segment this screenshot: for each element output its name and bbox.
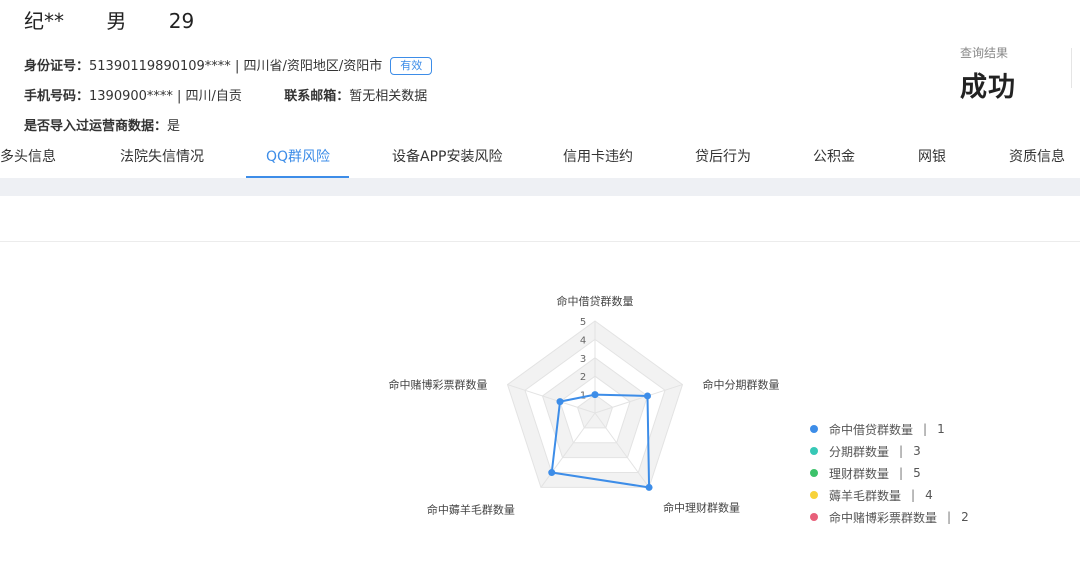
- legend-separator: |: [899, 466, 904, 480]
- query-result-label: 查询结果: [960, 46, 1009, 60]
- radar-axis-label: 命中理财群数量: [663, 500, 740, 514]
- legend-dot-icon: [810, 447, 818, 455]
- tab-bar: 多头信息 法院失信情况 QQ群风险 设备APP安装风险 信用卡违约 贷后行为 公…: [0, 146, 1080, 178]
- tab-post-loan-behavior[interactable]: 贷后行为: [695, 146, 751, 166]
- section-divider: [0, 241, 1080, 242]
- tab-online-banking[interactable]: 网银: [918, 146, 946, 166]
- radar-data-point: [643, 392, 651, 400]
- id-status-badge: 有效: [390, 57, 433, 75]
- gray-band: [0, 178, 1080, 196]
- legend-dot-icon: [810, 513, 818, 521]
- id-card-label: 身份证号：: [24, 59, 90, 74]
- radar-data-point: [591, 391, 599, 399]
- profile-header: 纪** 男 29 身份证号：51390119890109**** | 四川省/资…: [0, 0, 1080, 140]
- legend-item[interactable]: 理财群数量 | 5: [810, 462, 969, 484]
- person-gender: 男: [106, 9, 127, 33]
- email-value: 暂无相关数据: [349, 89, 428, 104]
- id-card-row: 身份证号：51390119890109**** | 四川省/资阳地区/资阳市 有效: [24, 55, 433, 75]
- radar-tick-label: 3: [580, 354, 586, 365]
- operator-label: 是否导入过运营商数据：: [24, 119, 168, 134]
- legend-value: 3: [913, 444, 921, 458]
- tab-credit-card-default[interactable]: 信用卡违约: [563, 146, 633, 166]
- legend-item[interactable]: 命中借贷群数量 | 1: [810, 418, 969, 440]
- id-card-value: 51390119890109**** | 四川省/资阳地区/资阳市: [89, 59, 383, 74]
- radar-tick-label: 4: [580, 335, 586, 346]
- phone-value: 1390900**** | 四川/自贡: [89, 89, 242, 104]
- legend-item[interactable]: 薅羊毛群数量 | 4: [810, 484, 969, 506]
- legend-name: 命中赌博彩票群数量: [829, 510, 938, 525]
- radar-data-point: [645, 483, 653, 491]
- legend-name: 分期群数量: [829, 444, 890, 459]
- legend-item[interactable]: 命中赌博彩票群数量 | 2: [810, 506, 969, 528]
- legend-item[interactable]: 分期群数量 | 3: [810, 440, 969, 462]
- radar-tick-label: 5: [580, 317, 586, 328]
- legend-name: 薅羊毛群数量: [829, 488, 902, 503]
- radar-axis-label: 命中借贷群数量: [557, 294, 634, 308]
- tab-multi-lending[interactable]: 多头信息: [0, 146, 56, 166]
- person-summary: 纪** 男 29: [24, 5, 230, 34]
- legend-separator: |: [923, 422, 928, 436]
- legend-dot-icon: [810, 425, 818, 433]
- legend-value: 1: [937, 422, 945, 436]
- tab-qualification[interactable]: 资质信息: [1009, 146, 1065, 166]
- result-divider: [1071, 48, 1072, 88]
- radar-tick-label: 2: [580, 372, 586, 383]
- query-result-value: 成功: [960, 72, 1016, 103]
- legend-value: 5: [913, 466, 921, 480]
- tab-housing-fund[interactable]: 公积金: [813, 146, 855, 166]
- person-name: 纪**: [24, 9, 64, 33]
- legend-value: 4: [925, 488, 933, 502]
- email-label: 联系邮箱：: [284, 89, 350, 104]
- legend-separator: |: [947, 510, 952, 524]
- person-age: 29: [168, 9, 195, 33]
- radar-data-point: [548, 469, 556, 477]
- chart-legend: 命中借贷群数量 | 1 分期群数量 | 3 理财群数量 | 5 薅羊毛群数量 | 4 命中赌博彩票群数量…: [810, 418, 969, 528]
- legend-dot-icon: [810, 491, 818, 499]
- operator-value: 是: [167, 119, 181, 134]
- radar-data-point: [556, 398, 564, 406]
- tab-device-app-risk[interactable]: 设备APP安装风险: [392, 146, 502, 166]
- radar-axis-label: 命中分期群数量: [702, 378, 779, 392]
- query-result: 查询结果 成功: [960, 44, 1070, 104]
- operator-row: 是否导入过运营商数据：是: [24, 115, 180, 134]
- legend-separator: |: [911, 488, 916, 502]
- legend-dot-icon: [810, 469, 818, 477]
- legend-name: 理财群数量: [829, 466, 890, 481]
- phone-row: 手机号码：1390900**** | 四川/自贡 联系邮箱：暂无相关数据: [24, 85, 427, 104]
- legend-value: 2: [961, 510, 969, 524]
- phone-label: 手机号码：: [24, 89, 90, 104]
- radar-axis-label: 命中薅羊毛群数量: [427, 502, 515, 516]
- tab-qq-group-risk[interactable]: QQ群风险: [266, 146, 330, 166]
- legend-separator: |: [899, 444, 904, 458]
- legend-name: 命中借贷群数量: [829, 422, 914, 437]
- radar-axis-label: 命中赌博彩票群数量: [389, 378, 488, 392]
- tab-court-dishonesty[interactable]: 法院失信情况: [120, 146, 204, 166]
